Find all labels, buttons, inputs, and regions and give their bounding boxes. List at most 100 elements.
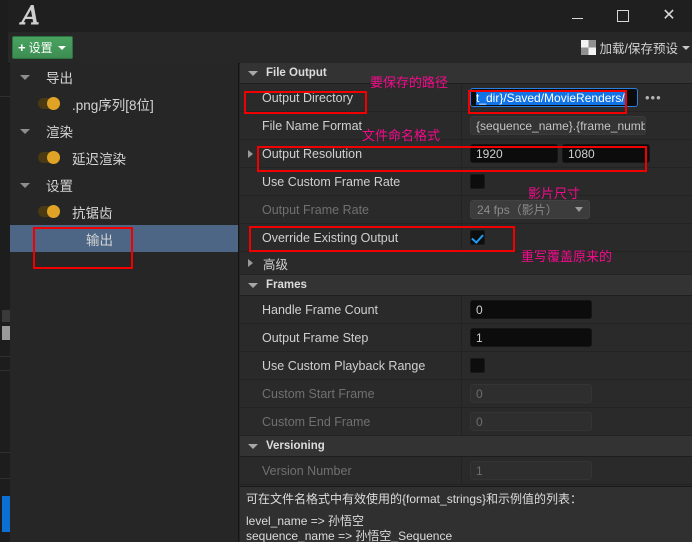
sidebar-group-label: 导出 [46, 70, 73, 86]
property-label: Use Custom Playback Range [240, 352, 462, 379]
output-resolution-x-input[interactable]: 1920 [470, 144, 558, 163]
property-value: {sequence_name}.{frame_numbe [462, 112, 692, 139]
add-setting-button[interactable]: + 设置 [12, 36, 73, 59]
sidebar-group-settings[interactable]: 设置 [10, 171, 238, 198]
property-value: 1 [462, 457, 692, 484]
property-value: 1 [462, 324, 692, 351]
property-value: 0 [462, 296, 692, 323]
chevron-down-icon[interactable] [20, 71, 32, 83]
row-use-custom-playback-range: Use Custom Playback Range [240, 352, 692, 380]
row-output-resolution: Output Resolution 1920 1080 [240, 140, 692, 168]
row-advanced-group[interactable]: 高级 [240, 252, 692, 275]
sidebar-group-label: 设置 [46, 178, 73, 194]
title-bar: 𝐴 ✕ [8, 0, 692, 33]
close-icon: ✕ [662, 7, 676, 24]
chevron-right-icon[interactable] [248, 149, 253, 158]
property-label: Output Directory [240, 84, 462, 111]
use-custom-playback-range-checkbox[interactable] [470, 358, 485, 373]
sidebar-item-deferred-render[interactable]: 延迟渲染 [10, 144, 238, 171]
file-name-format-value: {sequence_name}.{frame_numbe [476, 118, 646, 133]
add-setting-label: 设置 [28, 41, 53, 55]
property-label-text: Output Resolution [262, 146, 363, 161]
toolbar: + 设置 加载/保存预设 [8, 32, 692, 64]
advanced-group-label: 高级 [263, 257, 289, 272]
help-line-2: level_name => 孙悟空 [246, 514, 365, 528]
row-custom-end-frame: Custom End Frame 0 [240, 408, 692, 436]
toggle-switch[interactable] [38, 150, 60, 164]
sidebar-item-label: 延迟渲染 [72, 151, 126, 167]
section-title: File Output [266, 67, 327, 79]
version-number-value: 1 [476, 463, 483, 478]
close-button[interactable]: ✕ [646, 0, 692, 32]
output-resolution-y-input[interactable]: 1080 [562, 144, 650, 163]
property-label: Output Frame Rate [240, 196, 462, 223]
version-number-input[interactable]: 1 [470, 461, 592, 480]
sidebar-item-label: .png序列[8位] [72, 97, 154, 113]
output-frame-step-input[interactable]: 1 [470, 328, 592, 347]
output-frame-rate-select[interactable]: 24 fps（影片） [470, 200, 590, 219]
property-label: Override Existing Output [240, 224, 462, 251]
browse-directory-button[interactable]: ••• [645, 91, 662, 104]
row-output-directory: Output Directory t_dir}/Saved/MovieRende… [240, 84, 692, 112]
sidebar-item-png-sequence[interactable]: .png序列[8位] [10, 90, 238, 117]
section-header-versioning[interactable]: Versioning [240, 436, 692, 457]
chevron-down-icon [248, 70, 258, 76]
toggle-switch[interactable] [38, 204, 60, 218]
property-label: Handle Frame Count [240, 296, 462, 323]
custom-end-frame-input[interactable]: 0 [470, 412, 592, 431]
custom-end-frame-value: 0 [476, 414, 483, 429]
chevron-down-icon [575, 207, 583, 212]
chevron-down-icon [248, 282, 258, 288]
sidebar-group-export[interactable]: 导出 [10, 63, 238, 90]
row-use-custom-frame-rate: Use Custom Frame Rate [240, 168, 692, 196]
sidebar-item-label: 抗锯齿 [72, 205, 113, 221]
preset-checker-icon [580, 40, 596, 55]
property-label: Output Resolution [240, 140, 462, 167]
row-handle-frame-count: Handle Frame Count 0 [240, 296, 692, 324]
row-output-frame-step: Output Frame Step 1 [240, 324, 692, 352]
handle-frame-count-input[interactable]: 0 [470, 300, 592, 319]
output-directory-input[interactable]: t_dir}/Saved/MovieRenders/ [470, 88, 638, 107]
minimize-button[interactable] [554, 0, 600, 32]
load-save-preset-button[interactable]: 加载/保存预设 [580, 37, 690, 58]
custom-start-frame-input[interactable]: 0 [470, 384, 592, 403]
use-custom-frame-rate-checkbox[interactable] [470, 174, 485, 189]
property-value [462, 224, 692, 251]
chevron-down-icon[interactable] [20, 125, 32, 137]
details-panel: File Output Output Directory t_dir}/Save… [240, 63, 692, 486]
movie-render-settings-window: 𝐴 ✕ + 设置 加载/保存预设 导出 .png序列[8位] 渲染 延迟渲染 设… [0, 0, 692, 542]
chevron-down-icon [248, 443, 258, 449]
property-label: Use Custom Frame Rate [240, 168, 462, 195]
property-label: File Name Format [240, 112, 462, 139]
output-frame-rate-value: 24 fps（影片） [477, 203, 558, 217]
handle-frame-count-value: 0 [476, 302, 483, 317]
output-directory-value: t_dir}/Saved/MovieRenders/ [476, 90, 625, 105]
section-header-frames[interactable]: Frames [240, 275, 692, 296]
property-label: Output Frame Step [240, 324, 462, 351]
output-frame-step-value: 1 [476, 330, 483, 345]
property-value: t_dir}/Saved/MovieRenders/ ••• [462, 84, 692, 111]
property-value: 0 [462, 380, 692, 407]
property-label: Custom End Frame [240, 408, 462, 435]
settings-tree: 导出 .png序列[8位] 渲染 延迟渲染 设置 抗锯齿 输出 [10, 63, 239, 542]
file-name-format-input[interactable]: {sequence_name}.{frame_numbe [470, 116, 646, 135]
chevron-down-icon [682, 45, 690, 50]
row-file-name-format: File Name Format {sequence_name}.{frame_… [240, 112, 692, 140]
maximize-button[interactable] [600, 0, 646, 32]
sidebar-item-label: 输出 [86, 232, 113, 248]
chevron-down-icon[interactable] [20, 179, 32, 191]
unreal-engine-logo-icon: 𝐴 [21, 1, 39, 30]
property-value [462, 352, 692, 379]
sidebar-item-anti-aliasing[interactable]: 抗锯齿 [10, 198, 238, 225]
chevron-down-icon [57, 45, 66, 50]
row-version-number: Version Number 1 [240, 457, 692, 485]
override-existing-output-checkbox[interactable] [470, 230, 485, 245]
sidebar-item-output[interactable]: 输出 [10, 225, 238, 252]
output-resolution-x-value: 1920 [476, 146, 503, 161]
section-title: Versioning [266, 440, 325, 452]
toggle-switch[interactable] [38, 96, 60, 110]
custom-start-frame-value: 0 [476, 386, 483, 401]
property-value: 0 [462, 408, 692, 435]
sidebar-group-render[interactable]: 渲染 [10, 117, 238, 144]
section-header-file-output[interactable]: File Output [240, 63, 692, 84]
